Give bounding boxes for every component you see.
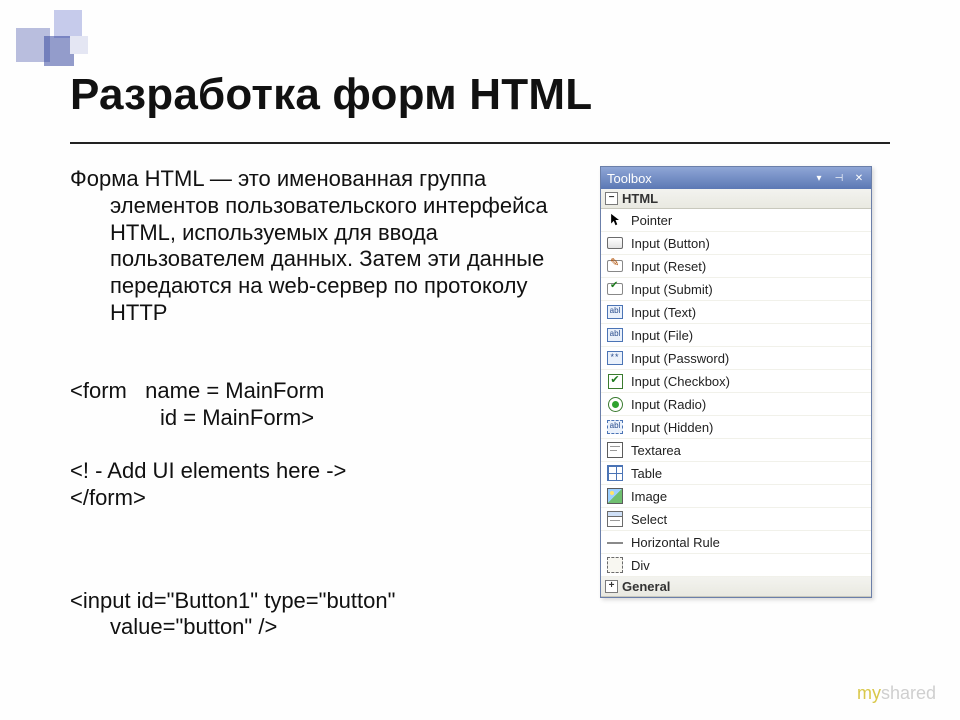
text-input-icon: abl	[607, 304, 623, 320]
submit-icon	[607, 281, 623, 297]
code-block-input: <input id="Button1" type="button" value=…	[70, 561, 570, 695]
code-line: <! - Add UI elements here ->	[70, 458, 346, 483]
code-line: <form name = MainForm	[70, 378, 324, 403]
toolbox-item[interactable]: Input (Submit)	[601, 278, 871, 301]
text-column: Форма HTML — это именованная группа элем…	[70, 166, 570, 695]
toolbox-item[interactable]: Textarea	[601, 439, 871, 462]
toolbox-item-label: Select	[631, 512, 867, 527]
toolbox-item[interactable]: Pointer	[601, 209, 871, 232]
table-icon	[607, 465, 623, 481]
toolbox-item-label: Input (Checkbox)	[631, 374, 867, 389]
toolbox-item-label: Input (Submit)	[631, 282, 867, 297]
pointer-icon	[607, 212, 623, 228]
code-line: </form>	[70, 485, 146, 510]
code-line: <input id="Button1" type="button"	[70, 588, 395, 613]
hidden-input-icon: abl	[607, 419, 623, 435]
expand-icon[interactable]: +	[605, 580, 618, 593]
checkbox-icon: ✔	[607, 373, 623, 389]
toolbox-item-label: Input (Reset)	[631, 259, 867, 274]
code-line: value="button" />	[70, 614, 570, 641]
toolbox-item-label: Horizontal Rule	[631, 535, 867, 550]
toolbox-item[interactable]: Horizontal Rule	[601, 531, 871, 554]
slide-title: Разработка форм HTML	[70, 70, 900, 120]
slide-paragraph: Форма HTML — это именованная группа элем…	[70, 166, 570, 327]
code-block-form: <form name = MainForm id = MainForm> <! …	[70, 351, 570, 539]
toolbox-item-label: Pointer	[631, 213, 867, 228]
title-underline	[70, 142, 890, 144]
toolbox-section-html[interactable]: − HTML	[601, 189, 871, 209]
toolbox-item-label: Input (Text)	[631, 305, 867, 320]
toolbox-item-label: Input (Button)	[631, 236, 867, 251]
toolbox-item[interactable]: ** Input (Password)	[601, 347, 871, 370]
file-input-icon: abl	[607, 327, 623, 343]
password-input-icon: **	[607, 350, 623, 366]
toolbox-item-list: Pointer Input (Button) Input (Reset) Input …	[601, 209, 871, 577]
toolbox-item[interactable]: abl Input (File)	[601, 324, 871, 347]
toolbox-item-label: Input (Password)	[631, 351, 867, 366]
toolbox-item[interactable]: abl Input (Text)	[601, 301, 871, 324]
dropdown-icon[interactable]: ▾	[811, 171, 827, 185]
section-label: HTML	[622, 191, 658, 206]
toolbox-item-label: Input (Hidden)	[631, 420, 867, 435]
toolbox-item[interactable]: Table	[601, 462, 871, 485]
toolbox-item[interactable]: ✔ Input (Checkbox)	[601, 370, 871, 393]
button-icon	[607, 235, 623, 251]
toolbox-item-label: Table	[631, 466, 867, 481]
toolbox-item-label: Input (File)	[631, 328, 867, 343]
horizontal-rule-icon	[607, 534, 623, 550]
toolbox-item-label: Div	[631, 558, 867, 573]
select-icon	[607, 511, 623, 527]
reset-icon	[607, 258, 623, 274]
toolbox-item[interactable]: Image	[601, 485, 871, 508]
close-icon[interactable]: ✕	[851, 171, 867, 185]
image-icon	[607, 488, 623, 504]
toolbox-section-general[interactable]: + General	[601, 577, 871, 597]
toolbox-panel: Toolbox ▾ ⊣ ✕ − HTML Pointer Input (Butto…	[600, 166, 872, 598]
toolbox-title: Toolbox	[607, 171, 811, 186]
pin-icon[interactable]: ⊣	[831, 171, 847, 185]
toolbox-item[interactable]: abl Input (Hidden)	[601, 416, 871, 439]
toolbox-item[interactable]: Select	[601, 508, 871, 531]
watermark-shared: shared	[881, 683, 936, 703]
section-label: General	[622, 579, 670, 594]
toolbox-item[interactable]: Div	[601, 554, 871, 577]
toolbox-titlebar[interactable]: Toolbox ▾ ⊣ ✕	[601, 167, 871, 189]
code-line: id = MainForm>	[70, 405, 570, 432]
div-icon	[607, 557, 623, 573]
toolbox-item[interactable]: Input (Reset)	[601, 255, 871, 278]
toolbox-item-label: Input (Radio)	[631, 397, 867, 412]
slide: Разработка форм HTML Форма HTML — это им…	[0, 0, 960, 720]
collapse-icon[interactable]: −	[605, 192, 618, 205]
textarea-icon	[607, 442, 623, 458]
toolbox-item[interactable]: Input (Button)	[601, 232, 871, 255]
toolbox-item-label: Textarea	[631, 443, 867, 458]
radio-icon	[607, 396, 623, 412]
toolbox-item-label: Image	[631, 489, 867, 504]
toolbox-item[interactable]: Input (Radio)	[601, 393, 871, 416]
